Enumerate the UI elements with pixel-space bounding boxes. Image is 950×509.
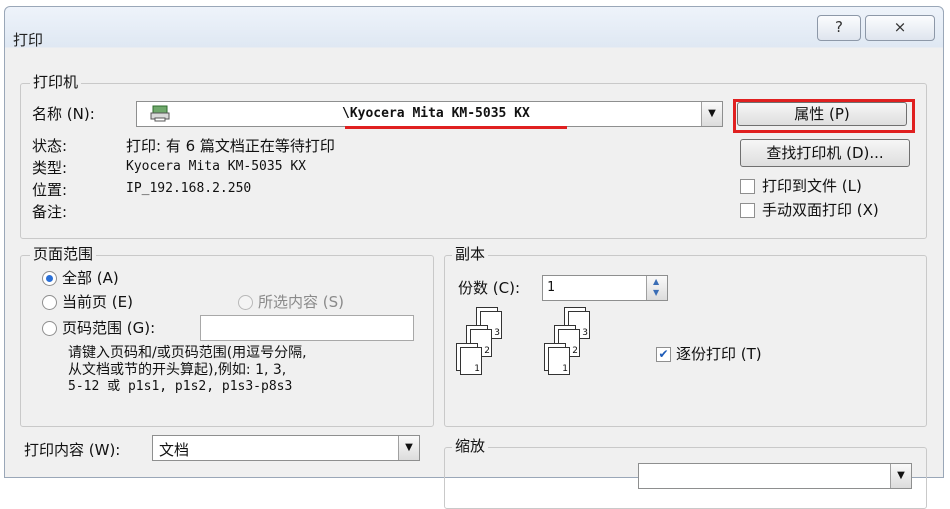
uncollated-pages-icon: 3 3 2 2 1 1 — [456, 307, 536, 387]
page-range-all-radio[interactable] — [42, 271, 57, 286]
chevron-down-icon: ▼ — [897, 470, 905, 481]
copies-count-value: 1 — [547, 280, 555, 295]
close-icon: ⨯ — [893, 18, 907, 36]
copies-spinner[interactable]: 1 ▲ ▼ — [542, 275, 668, 301]
page-range-hint-line2: 从文档或节的开头算起),例如: 1, 3, — [68, 362, 287, 378]
location-label: 位置: — [32, 181, 68, 199]
print-what-label: 打印内容 (W): — [24, 441, 121, 459]
page-range-input[interactable] — [200, 315, 414, 341]
print-what-value: 文档 — [159, 441, 190, 459]
properties-button[interactable]: 属性 (P) — [737, 102, 907, 126]
page-range-current-radio[interactable] — [42, 295, 57, 310]
dialog-title: 打印 — [13, 31, 44, 49]
spin-down-icon[interactable]: ▼ — [653, 288, 659, 297]
collate-label: 逐份打印 (T) — [676, 345, 762, 363]
manual-duplex-checkbox[interactable] — [740, 203, 755, 218]
zoom-dropdown-arrow[interactable]: ▼ — [890, 464, 911, 488]
print-what-select[interactable]: 文档 ▼ — [152, 435, 420, 461]
status-value: 打印: 有 6 篇文档正在等待打印 — [126, 137, 335, 155]
page-range-selection-label: 所选内容 (S) — [258, 293, 344, 311]
copies-group-title: 副本 — [452, 243, 489, 264]
spin-up-icon[interactable]: ▲ — [653, 277, 659, 286]
page-range-group-title: 页面范围 — [30, 243, 97, 264]
page-range-pages-radio[interactable] — [42, 321, 57, 336]
copies-spin-buttons[interactable]: ▲ ▼ — [646, 276, 667, 300]
page-range-pages-label: 页码范围 (G): — [62, 319, 156, 337]
printer-name-select[interactable]: \Kyocera Mita KM-5035 KX ▼ — [136, 101, 723, 127]
print-dialog: 打印 ? ⨯ 打印机 名称 (N): \Kyocera Mita KM-5035… — [4, 6, 944, 509]
dialog-body: 打印机 名称 (N): \Kyocera Mita KM-5035 KX ▼ 属… — [12, 55, 936, 509]
collate-checkbox[interactable]: ✔ — [656, 347, 671, 362]
chevron-down-icon: ▼ — [405, 442, 413, 453]
type-label: 类型: — [32, 159, 68, 177]
zoom-group-title: 缩放 — [452, 435, 489, 456]
close-button[interactable]: ⨯ — [865, 15, 935, 41]
printer-dropdown-arrow[interactable]: ▼ — [701, 102, 722, 126]
help-icon: ? — [835, 18, 843, 36]
page-range-all-label: 全部 (A) — [62, 269, 119, 287]
page-range-current-label: 当前页 (E) — [62, 293, 133, 311]
find-printer-button[interactable]: 查找打印机 (D)... — [740, 139, 910, 167]
type-value: Kyocera Mita KM-5035 KX — [126, 159, 307, 174]
status-label: 状态: — [32, 137, 68, 155]
location-value: IP_192.168.2.250 — [126, 181, 252, 196]
printer-icon — [150, 105, 170, 122]
collated-pages-icon: 3 3 2 2 1 1 — [544, 307, 624, 387]
print-to-file-label: 打印到文件 (L) — [762, 177, 862, 195]
page-range-hint-line3: 5-12 或 p1s1, p1s2, p1s3-p8s3 — [68, 379, 293, 394]
page-range-hint-line1: 请键入页码和/或页码范围(用逗号分隔, — [68, 345, 307, 361]
zoom-select[interactable]: ▼ — [638, 463, 912, 489]
printer-name-highlight-underline — [345, 126, 567, 129]
printer-group-title: 打印机 — [30, 71, 82, 92]
comment-label: 备注: — [32, 203, 68, 221]
page-range-selection-radio[interactable] — [238, 295, 253, 310]
print-to-file-checkbox[interactable] — [740, 179, 755, 194]
copies-count-label: 份数 (C): — [458, 279, 520, 297]
chevron-down-icon: ▼ — [708, 108, 716, 119]
print-what-dropdown-arrow[interactable]: ▼ — [398, 436, 419, 460]
manual-duplex-label: 手动双面打印 (X) — [762, 201, 879, 219]
printer-name-label: 名称 (N): — [32, 105, 95, 123]
title-bar: 打印 ? ⨯ — [5, 7, 943, 57]
help-button[interactable]: ? — [817, 15, 861, 41]
checkmark-icon: ✔ — [658, 347, 669, 361]
printer-name-value: \Kyocera Mita KM-5035 KX — [342, 106, 530, 121]
